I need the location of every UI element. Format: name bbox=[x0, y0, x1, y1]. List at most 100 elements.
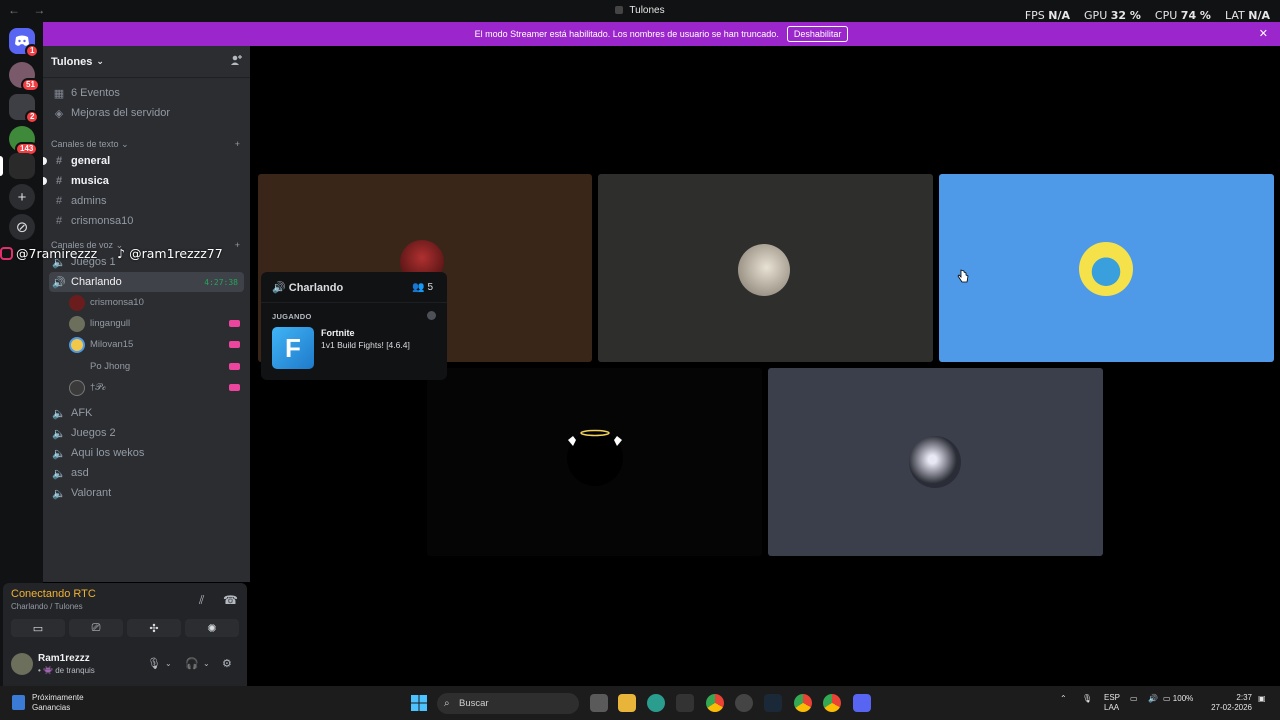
camera-button[interactable]: ▭ bbox=[11, 619, 65, 637]
news-widget[interactable]: Próximamente Ganancias bbox=[12, 693, 84, 713]
disable-streamer-button[interactable]: Deshabilitar bbox=[786, 26, 849, 42]
server-icon-2[interactable]: 2 bbox=[9, 94, 40, 124]
voice-user[interactable]: Po Jhong bbox=[69, 357, 242, 376]
rtc-status[interactable]: Conectando RTC bbox=[11, 588, 96, 600]
game-details: 1v1 Build Fights! [4.6.4] bbox=[321, 340, 410, 350]
fps-value: N/A bbox=[1048, 9, 1071, 22]
voice-channel-afk[interactable]: 🔈 AFK bbox=[49, 403, 244, 423]
hash-icon: # bbox=[55, 155, 63, 167]
voice-channel-asd[interactable]: 🔈 asd bbox=[49, 463, 244, 483]
chevron-up-icon[interactable]: ⌃ bbox=[1060, 694, 1067, 703]
participant-tile[interactable] bbox=[768, 368, 1103, 556]
fortnite-game-icon[interactable]: F bbox=[272, 327, 314, 369]
rtc-location[interactable]: Charlando / Tulones bbox=[11, 602, 83, 611]
participant-tile[interactable] bbox=[939, 174, 1274, 362]
soundboard-button[interactable]: ✺ bbox=[185, 619, 239, 637]
voice-user-name: lingangull bbox=[90, 318, 131, 329]
app-icon[interactable] bbox=[735, 694, 753, 712]
channel-general[interactable]: # general bbox=[43, 151, 244, 171]
discord-home-button[interactable]: 1 bbox=[9, 28, 40, 58]
windows-taskbar: Próximamente Ganancias ⌕ Buscar ⌃ ESP LAA… bbox=[0, 686, 1280, 720]
lat-label: LAT bbox=[1224, 9, 1245, 22]
disconnect-icon[interactable]: ☎ bbox=[223, 593, 238, 607]
chrome-profile-icon[interactable] bbox=[823, 694, 841, 712]
voice-channel-valorant[interactable]: 🔈 Valorant bbox=[49, 483, 244, 503]
unread-badge: 1 bbox=[25, 44, 40, 58]
search-icon: ⌕ bbox=[444, 698, 450, 709]
battery-icon: ▭ bbox=[1163, 694, 1171, 703]
volume-icon[interactable]: 🔊 bbox=[1148, 694, 1158, 703]
windows-start-icon[interactable] bbox=[410, 694, 428, 712]
voice-user-name: Po Jhong bbox=[90, 361, 131, 372]
speaker-icon: 🔈 bbox=[52, 427, 66, 440]
avatar[interactable] bbox=[11, 653, 33, 675]
add-server-button[interactable]: + bbox=[9, 184, 35, 210]
cursor-hand-icon bbox=[957, 269, 969, 283]
chrome-icon[interactable] bbox=[706, 694, 724, 712]
events-item[interactable]: ▦ 6 Eventos bbox=[49, 83, 244, 103]
voice-channel-charlando[interactable]: 🔊 Charlando 4:27:38 bbox=[49, 272, 244, 292]
activity-section-label: JUGANDO bbox=[272, 312, 312, 321]
voice-user[interactable]: crismonsa10 bbox=[69, 293, 242, 312]
microphone-icon[interactable]: 🎙 bbox=[147, 657, 161, 670]
username[interactable]: Ram1rezzz bbox=[38, 653, 90, 664]
task-view-icon[interactable] bbox=[590, 694, 608, 712]
notifications-icon[interactable]: ▣ bbox=[1258, 694, 1266, 703]
participant-tile[interactable] bbox=[427, 368, 762, 556]
channel-admins[interactable]: # admins bbox=[49, 191, 244, 211]
voice-channel-aqui-los-wekos[interactable]: 🔈 Aqui los wekos bbox=[49, 443, 244, 463]
activities-button[interactable]: ✣ bbox=[127, 619, 181, 637]
invite-people-icon[interactable] bbox=[230, 54, 242, 69]
taskbar-search[interactable]: ⌕ Buscar bbox=[437, 693, 579, 714]
server-icon-1[interactable]: 51 bbox=[9, 62, 40, 92]
file-explorer-icon[interactable] bbox=[618, 694, 636, 712]
member-count-value: 5 bbox=[427, 282, 433, 293]
network-icon[interactable]: ▭ bbox=[1130, 694, 1138, 703]
hash-icon: # bbox=[55, 195, 63, 207]
server-header[interactable]: Tulones ⌄ bbox=[43, 46, 250, 78]
news-line-1: Próximamente bbox=[32, 693, 84, 702]
channel-label: AFK bbox=[71, 407, 93, 419]
avatar bbox=[738, 244, 790, 296]
headphones-icon[interactable]: 🎧 bbox=[185, 657, 199, 670]
avatar bbox=[69, 294, 85, 311]
noise-suppression-icon[interactable]: ⫽ bbox=[199, 593, 204, 608]
server-boosts-item[interactable]: ◈ Mejoras del servidor bbox=[49, 103, 244, 123]
hash-icon: # bbox=[55, 215, 63, 227]
add-channel-icon[interactable]: + bbox=[235, 240, 240, 251]
text-channels-category[interactable]: Canales de texto ⌄ + bbox=[51, 139, 240, 150]
hash-icon: # bbox=[55, 175, 63, 187]
voice-user[interactable]: †𝒫𝒸 bbox=[69, 378, 242, 397]
close-icon[interactable]: ✕ bbox=[1259, 27, 1268, 40]
chevron-down-icon[interactable]: ⌄ bbox=[165, 659, 172, 668]
avatar bbox=[909, 436, 961, 488]
settings-gear-icon[interactable]: ⚙ bbox=[222, 657, 232, 670]
discover-button[interactable]: ⊘ bbox=[9, 214, 35, 240]
edge-browser-icon[interactable] bbox=[647, 694, 665, 712]
clock[interactable]: 2:37 27-02-2026 bbox=[1208, 693, 1252, 713]
soundboard-icon: ✺ bbox=[207, 622, 217, 635]
discord-taskbar-icon[interactable] bbox=[853, 694, 871, 712]
voice-channel-juegos-2[interactable]: 🔈 Juegos 2 bbox=[49, 423, 244, 443]
voice-user[interactable]: Milovan15 bbox=[69, 335, 242, 354]
unread-badge: 2 bbox=[25, 110, 40, 124]
server-icon-3[interactable]: 143 bbox=[9, 126, 39, 156]
chrome-profile-icon[interactable] bbox=[794, 694, 812, 712]
channel-musica[interactable]: # musica bbox=[43, 171, 244, 191]
participant-tile[interactable] bbox=[598, 174, 933, 362]
channel-label: general bbox=[71, 155, 111, 167]
steam-icon[interactable] bbox=[764, 694, 782, 712]
speaker-icon: 🔈 bbox=[52, 467, 66, 480]
voice-user[interactable]: lingangull bbox=[69, 314, 242, 333]
battery-indicator[interactable]: ▭ 100% bbox=[1163, 694, 1193, 703]
screenshare-button[interactable]: ⎚ bbox=[69, 619, 123, 637]
streaming-icon bbox=[229, 341, 240, 348]
app-icon[interactable] bbox=[676, 694, 694, 712]
chevron-down-icon[interactable]: ⌄ bbox=[203, 659, 210, 668]
language-indicator[interactable]: ESP LAA bbox=[1104, 693, 1120, 713]
microphone-icon[interactable]: 🎙 bbox=[1082, 694, 1092, 703]
server-icon-tulones[interactable] bbox=[9, 153, 35, 179]
channel-crismonsa10[interactable]: # crismonsa10 bbox=[49, 211, 244, 231]
add-channel-icon[interactable]: + bbox=[235, 139, 240, 150]
news-line-2: Ganancias bbox=[32, 703, 71, 712]
